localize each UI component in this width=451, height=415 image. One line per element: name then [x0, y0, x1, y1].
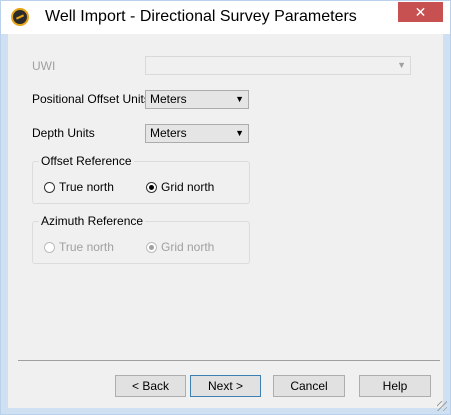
offset-true-north-label: True north: [59, 180, 114, 194]
cancel-button[interactable]: Cancel: [273, 375, 345, 397]
depth-units-label: Depth Units: [32, 126, 95, 140]
depth-units-value: Meters: [150, 126, 187, 140]
radio-checked-icon: [146, 181, 157, 193]
azimuth-true-north-label: True north: [59, 240, 114, 254]
dialog-window: Well Import - Directional Survey Paramet…: [0, 0, 451, 415]
window-title: Well Import - Directional Survey Paramet…: [45, 8, 357, 25]
azimuth-reference-title: Azimuth Reference: [39, 214, 146, 228]
azimuth-true-north-radio: True north: [44, 240, 114, 254]
app-logo-icon: [11, 8, 29, 26]
depth-units-select[interactable]: Meters ▼: [145, 124, 249, 143]
azimuth-grid-north-radio: Grid north: [146, 240, 214, 254]
azimuth-grid-north-label: Grid north: [161, 240, 215, 254]
offset-grid-north-label: Grid north: [161, 180, 215, 194]
offset-reference-group: Offset Reference True north Grid north: [32, 154, 250, 204]
uwi-label: UWI: [32, 59, 56, 73]
positional-offset-units-label: Positional Offset Units: [32, 92, 150, 106]
offset-reference-title: Offset Reference: [39, 154, 134, 168]
resize-grip-icon[interactable]: [437, 401, 447, 411]
offset-grid-north-radio[interactable]: Grid north: [146, 180, 214, 194]
azimuth-reference-group: Azimuth Reference True north Grid north: [32, 214, 250, 264]
close-button[interactable]: ✕: [398, 2, 443, 22]
radio-checked-icon: [146, 241, 157, 253]
positional-offset-units-value: Meters: [150, 92, 187, 106]
radio-icon: [44, 181, 55, 193]
uwi-select: ▼: [145, 56, 411, 75]
chevron-down-icon: ▼: [397, 60, 406, 70]
chevron-down-icon: ▼: [235, 94, 244, 104]
positional-offset-units-select[interactable]: Meters ▼: [145, 90, 249, 109]
chevron-down-icon: ▼: [235, 128, 244, 138]
help-button[interactable]: Help: [359, 375, 431, 397]
back-button[interactable]: < Back: [115, 375, 186, 397]
next-button[interactable]: Next >: [190, 375, 261, 397]
title-bar[interactable]: Well Import - Directional Survey Paramet…: [1, 1, 450, 34]
radio-icon: [44, 241, 55, 253]
dialog-body: UWI ▼ Positional Offset Units Meters ▼ D…: [8, 34, 443, 408]
offset-true-north-radio[interactable]: True north: [44, 180, 114, 194]
footer-divider: [18, 360, 440, 361]
